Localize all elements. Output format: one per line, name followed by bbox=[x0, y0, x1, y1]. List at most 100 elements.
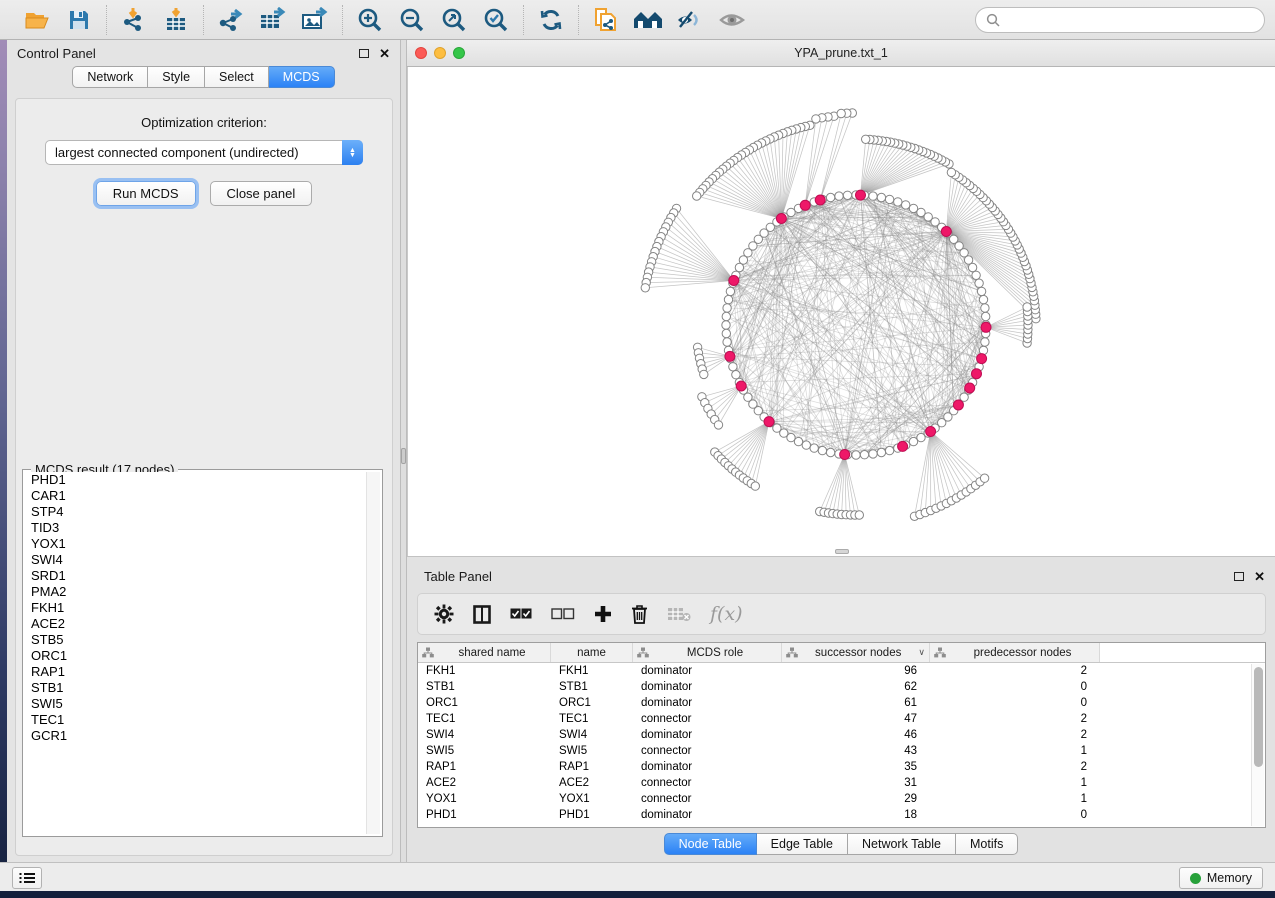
ring-node[interactable] bbox=[975, 279, 983, 287]
table-cell[interactable]: 18 bbox=[782, 807, 930, 823]
ring-node[interactable] bbox=[877, 193, 885, 201]
table-cell[interactable]: SWI4 bbox=[418, 727, 551, 743]
ring-node[interactable] bbox=[860, 451, 868, 459]
tab-node-table[interactable]: Node Table bbox=[664, 833, 757, 855]
table-cell[interactable]: ACE2 bbox=[418, 775, 551, 791]
tab-select[interactable]: Select bbox=[205, 66, 269, 88]
table-cell[interactable]: 29 bbox=[782, 791, 930, 807]
tab-network[interactable]: Network bbox=[72, 66, 148, 88]
show-columns-button[interactable] bbox=[473, 605, 491, 624]
table-cell[interactable]: PHD1 bbox=[418, 807, 551, 823]
leaf-node[interactable] bbox=[947, 168, 955, 176]
ring-node[interactable] bbox=[981, 338, 989, 346]
table-cell[interactable]: 2 bbox=[930, 759, 1100, 775]
result-item[interactable]: RAP1 bbox=[25, 664, 365, 680]
network-window-titlebar[interactable]: YPA_prune.txt_1 bbox=[407, 40, 1275, 67]
vertical-splitter[interactable] bbox=[400, 40, 407, 862]
export-image-button[interactable] bbox=[300, 5, 330, 35]
leaf-node[interactable] bbox=[855, 511, 863, 519]
table-cell[interactable]: ORC1 bbox=[418, 695, 551, 711]
delete-columns-button[interactable] bbox=[631, 604, 648, 624]
splitter-grip[interactable] bbox=[401, 448, 406, 464]
table-cell[interactable]: connector bbox=[633, 791, 782, 807]
table-settings-button[interactable] bbox=[434, 604, 454, 624]
table-row[interactable]: SWI5SWI5connector431 bbox=[418, 743, 1265, 759]
result-item[interactable]: SWI5 bbox=[25, 696, 365, 712]
result-item[interactable]: SWI4 bbox=[25, 552, 365, 568]
ring-node[interactable] bbox=[977, 287, 985, 295]
table-cell[interactable]: 43 bbox=[782, 743, 930, 759]
table-cell[interactable]: 1 bbox=[930, 791, 1100, 807]
table-cell[interactable]: 47 bbox=[782, 711, 930, 727]
dominator-node[interactable] bbox=[972, 369, 982, 379]
optimization-criterion-select[interactable]: largest connected component (undirected)… bbox=[45, 140, 363, 165]
ring-node[interactable] bbox=[794, 437, 802, 445]
table-cell[interactable]: TEC1 bbox=[418, 711, 551, 727]
function-builder-button[interactable]: f(x) bbox=[710, 603, 743, 625]
table-cell[interactable]: FKH1 bbox=[418, 663, 551, 679]
table-cell[interactable]: SWI5 bbox=[418, 743, 551, 759]
result-item[interactable]: FKH1 bbox=[25, 600, 365, 616]
dominator-node[interactable] bbox=[736, 381, 746, 391]
column-header-name[interactable]: name bbox=[551, 643, 633, 662]
tab-edge-table[interactable]: Edge Table bbox=[757, 833, 848, 855]
dominator-node[interactable] bbox=[840, 450, 850, 460]
table-cell[interactable]: dominator bbox=[633, 695, 782, 711]
dominator-node[interactable] bbox=[764, 417, 774, 427]
dominator-node[interactable] bbox=[776, 214, 786, 224]
table-cell[interactable]: 62 bbox=[782, 679, 930, 695]
table-row[interactable]: TEC1TEC1connector472 bbox=[418, 711, 1265, 727]
result-item[interactable]: YOX1 bbox=[25, 536, 365, 552]
table-cell[interactable]: 0 bbox=[930, 807, 1100, 823]
delete-table-button[interactable] bbox=[667, 606, 691, 622]
result-item[interactable]: STB1 bbox=[25, 680, 365, 696]
table-row[interactable]: FKH1FKH1dominator962 bbox=[418, 663, 1265, 679]
table-cell[interactable]: connector bbox=[633, 743, 782, 759]
dominator-node[interactable] bbox=[977, 354, 987, 364]
leaf-node[interactable] bbox=[641, 284, 649, 292]
search-input[interactable] bbox=[1006, 12, 1254, 27]
zoom-in-button[interactable] bbox=[355, 5, 385, 35]
dominator-node[interactable] bbox=[815, 195, 825, 205]
search-field[interactable] bbox=[975, 7, 1265, 33]
ring-node[interactable] bbox=[722, 329, 730, 337]
zoom-out-button[interactable] bbox=[397, 5, 427, 35]
unselect-all-columns-button[interactable] bbox=[551, 608, 575, 620]
ring-node[interactable] bbox=[909, 204, 917, 212]
save-session-button[interactable] bbox=[64, 5, 94, 35]
result-item[interactable]: CAR1 bbox=[25, 488, 365, 504]
ring-node[interactable] bbox=[894, 198, 902, 206]
table-row[interactable]: ORC1ORC1dominator610 bbox=[418, 695, 1265, 711]
window-minimize-button[interactable] bbox=[434, 47, 446, 59]
ring-node[interactable] bbox=[810, 444, 818, 452]
table-cell[interactable]: STB1 bbox=[418, 679, 551, 695]
table-cell[interactable]: PHD1 bbox=[551, 807, 633, 823]
leaf-node[interactable] bbox=[862, 135, 870, 143]
close-panel-button[interactable]: ✕ bbox=[379, 46, 390, 61]
ring-node[interactable] bbox=[877, 448, 885, 456]
network-graph[interactable] bbox=[408, 67, 1275, 556]
ring-node[interactable] bbox=[722, 321, 730, 329]
ring-node[interactable] bbox=[722, 312, 730, 320]
column-header-successor-nodes[interactable]: successor nodes∨ bbox=[782, 643, 930, 662]
ring-node[interactable] bbox=[723, 338, 731, 346]
table-cell[interactable]: FKH1 bbox=[551, 663, 633, 679]
hide-selected-button[interactable] bbox=[675, 5, 705, 35]
ring-node[interactable] bbox=[826, 448, 834, 456]
first-neighbors-button[interactable] bbox=[633, 5, 663, 35]
ring-node[interactable] bbox=[885, 195, 893, 203]
dominator-node[interactable] bbox=[981, 322, 991, 332]
ring-node[interactable] bbox=[802, 441, 810, 449]
table-cell[interactable]: YOX1 bbox=[551, 791, 633, 807]
table-cell[interactable]: 2 bbox=[930, 663, 1100, 679]
memory-button[interactable]: Memory bbox=[1179, 867, 1263, 889]
tab-mcds[interactable]: MCDS bbox=[269, 66, 335, 88]
zoom-selected-button[interactable] bbox=[481, 5, 511, 35]
ring-node[interactable] bbox=[972, 271, 980, 279]
export-table-button[interactable] bbox=[258, 5, 288, 35]
table-cell[interactable]: 0 bbox=[930, 695, 1100, 711]
table-cell[interactable]: connector bbox=[633, 711, 782, 727]
table-row[interactable]: SWI4SWI4dominator462 bbox=[418, 727, 1265, 743]
ring-node[interactable] bbox=[729, 363, 737, 371]
table-row[interactable]: PHD1PHD1dominator180 bbox=[418, 807, 1265, 823]
